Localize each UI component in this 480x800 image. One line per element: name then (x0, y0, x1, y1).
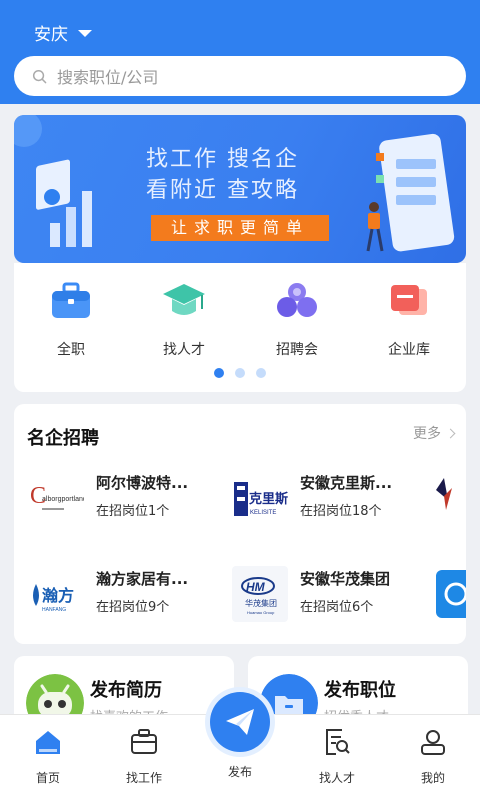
quick-label: 企业库 (388, 342, 430, 358)
company-name: 阿尔博波特... (96, 474, 189, 492)
quick-item-talent[interactable]: 找人才 (139, 281, 229, 359)
tab-label: 找工作 (125, 771, 162, 785)
top-header: 安庆 搜索职位/公司 (0, 0, 480, 104)
chevron-right-icon (445, 428, 456, 438)
svg-text:HM: HM (246, 580, 266, 594)
company-card[interactable]: 克里斯 KELISITE 安徽克里斯... 在招岗位18个 (232, 470, 432, 526)
svg-text:HANFANG: HANFANG (42, 607, 66, 613)
svg-text:华茂集团: 华茂集团 (245, 598, 277, 608)
quick-item-fulltime[interactable]: 全职 (26, 281, 116, 359)
svg-text:KELISITE: KELISITE (250, 510, 276, 516)
graduation-cap-icon (163, 284, 205, 315)
search-bar[interactable]: 搜索职位/公司 (14, 56, 466, 96)
publish-resume-title: 发布简历 (90, 680, 162, 701)
tab-label: 发布 (227, 765, 252, 779)
company-jobs: 在招岗位9个 (96, 600, 170, 615)
paper-plane-icon (226, 709, 254, 735)
company-name: 瀚方家居有... (96, 570, 189, 588)
people-group-icon (277, 283, 317, 317)
promo-banner[interactable]: 找工作 搜名企 看附近 查攻略 让求职更简单 (14, 115, 466, 263)
tab-find-job[interactable]: 找工作 (109, 727, 179, 786)
svg-text:瀚方: 瀚方 (41, 586, 74, 605)
quick-menu: 全职 找人才 招聘会 企业库 (14, 263, 466, 392)
company-card[interactable]: 瀚方 HANFANG 瀚方家居有... 在招岗位9个 (28, 566, 228, 622)
company-logo: 克里斯 KELISITE (232, 470, 288, 526)
city-selector[interactable]: 安庆 (34, 20, 92, 45)
quick-label: 招聘会 (276, 342, 318, 358)
svg-text:alborgportland: alborgportland (42, 496, 84, 503)
tab-label: 我的 (420, 771, 445, 785)
quick-item-companies[interactable]: 企业库 (364, 281, 454, 359)
company-logo: HM 华茂集团 Huamao Group (232, 566, 288, 622)
publish-fab[interactable] (210, 692, 270, 752)
search-placeholder: 搜索职位/公司 (57, 68, 159, 87)
company-jobs: 在招岗位6个 (300, 600, 374, 615)
svg-text:克里斯: 克里斯 (249, 491, 288, 507)
company-card-partial[interactable] (434, 470, 466, 526)
banner-slogan: 让求职更简单 (151, 215, 329, 241)
tab-home[interactable]: 首页 (13, 727, 83, 786)
carousel-dot[interactable] (235, 368, 245, 378)
company-jobs: 在招岗位1个 (96, 504, 170, 519)
tab-find-talent[interactable]: 找人才 (302, 727, 372, 786)
company-name: 安徽克里斯... (300, 474, 393, 492)
city-label: 安庆 (34, 25, 68, 45)
more-label: 更多 (413, 426, 441, 442)
user-icon (421, 730, 445, 755)
company-name: 安徽华茂集团 (300, 570, 391, 588)
banner-line-2: 看附近 查攻略 (146, 178, 299, 203)
quick-label: 全职 (57, 342, 85, 358)
company-card-icon (391, 285, 427, 315)
company-card[interactable]: C alborgportland 阿尔博波特... 在招岗位1个 (28, 470, 228, 526)
carousel-dot-active[interactable] (214, 368, 224, 378)
company-logo (434, 566, 466, 622)
briefcase-icon (52, 282, 90, 318)
svg-text:Huamao Group: Huamao Group (247, 610, 275, 615)
more-link[interactable]: 更多 (413, 423, 456, 443)
company-logo (434, 470, 466, 526)
company-logo: C alborgportland (28, 470, 84, 526)
featured-companies: 名企招聘 更多 C alborgportland 阿尔博波特... 在招岗位1个… (14, 404, 466, 644)
briefcase-icon (131, 729, 157, 754)
search-icon (32, 69, 47, 83)
quick-item-jobfair[interactable]: 招聘会 (252, 281, 342, 359)
section-title: 名企招聘 (27, 428, 99, 449)
company-card[interactable]: HM 华茂集团 Huamao Group 安徽华茂集团 在招岗位6个 (232, 566, 432, 622)
caret-down-icon (78, 30, 92, 37)
company-logo: 瀚方 HANFANG (28, 566, 84, 622)
tab-profile[interactable]: 我的 (398, 727, 468, 786)
carousel-dot[interactable] (256, 368, 266, 378)
publish-job-title: 发布职位 (324, 680, 396, 701)
carousel-indicator (14, 368, 466, 378)
company-card-partial[interactable] (434, 566, 466, 622)
tab-label: 找人才 (318, 771, 355, 785)
home-icon (36, 731, 60, 754)
banner-line-1: 找工作 搜名企 (146, 147, 299, 172)
search-resume-icon (326, 729, 350, 755)
company-jobs: 在招岗位18个 (300, 504, 382, 519)
tab-label: 首页 (35, 771, 60, 785)
quick-label: 找人才 (163, 342, 205, 358)
